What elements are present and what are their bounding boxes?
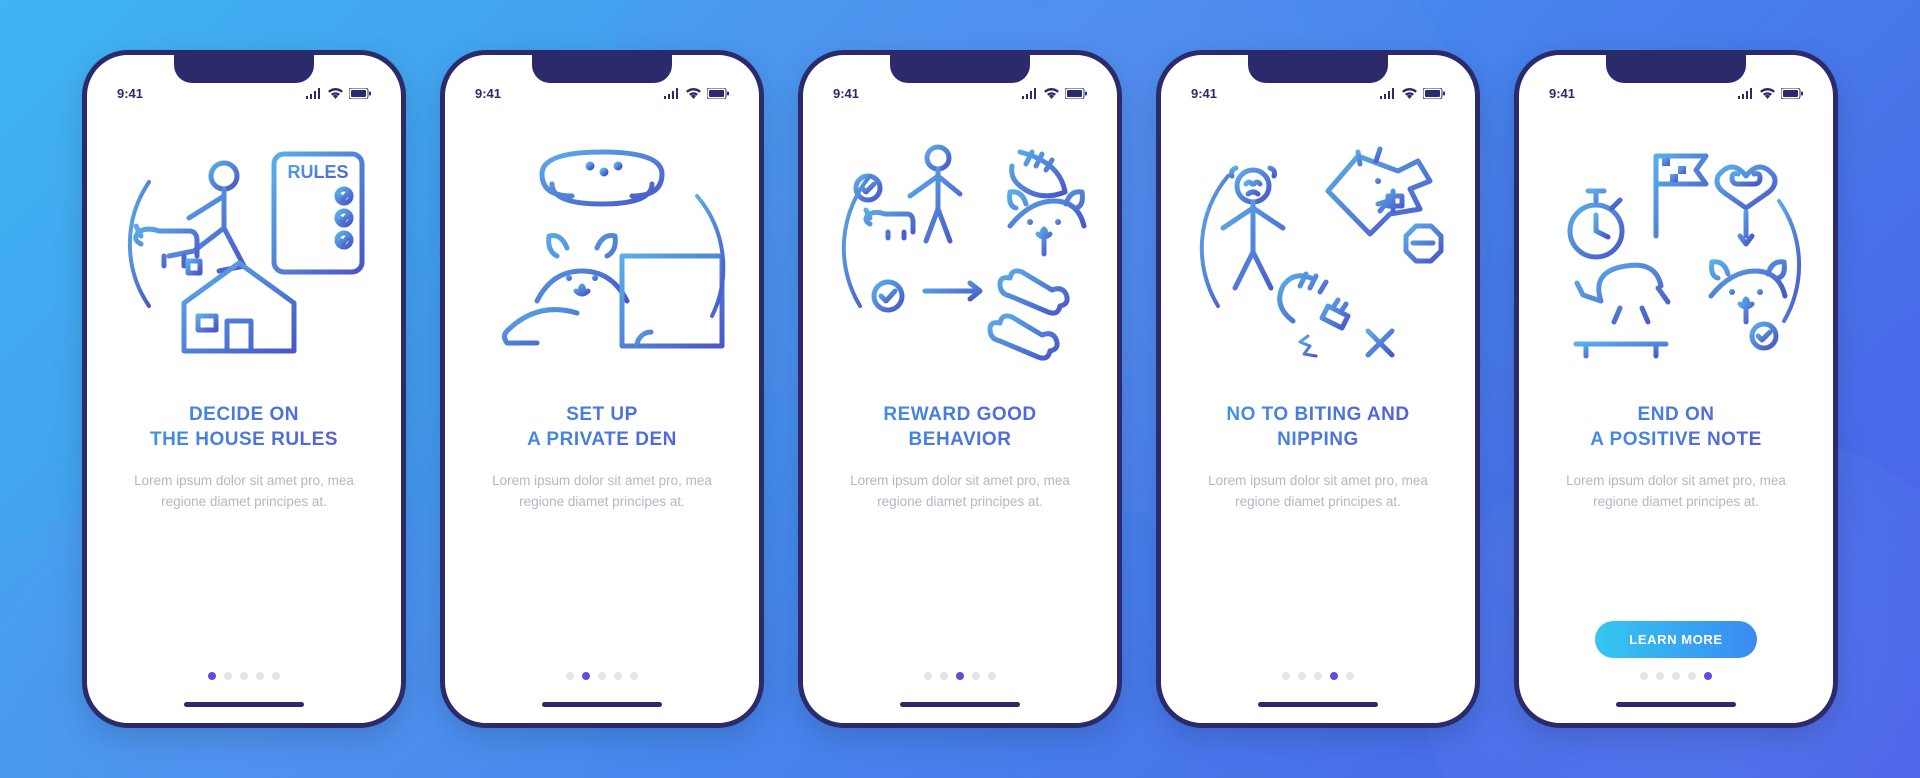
illustration-positive-note bbox=[1531, 131, 1821, 381]
wifi-icon bbox=[1760, 88, 1775, 99]
phone-notch bbox=[890, 55, 1030, 83]
dot[interactable] bbox=[598, 672, 606, 680]
status-time: 9:41 bbox=[1549, 86, 1575, 101]
illustration-reward bbox=[815, 131, 1105, 381]
phone-notch bbox=[532, 55, 672, 83]
dot[interactable] bbox=[208, 672, 216, 680]
dot[interactable] bbox=[1346, 672, 1354, 680]
wifi-icon bbox=[1044, 88, 1059, 99]
home-indicator[interactable] bbox=[184, 702, 304, 707]
status-icons bbox=[664, 88, 729, 99]
screen-body: Lorem ipsum dolor sit amet pro, mea regi… bbox=[815, 471, 1105, 513]
dot[interactable] bbox=[256, 672, 264, 680]
dot[interactable] bbox=[1672, 672, 1680, 680]
dot[interactable] bbox=[1314, 672, 1322, 680]
battery-icon bbox=[1065, 88, 1087, 99]
battery-icon bbox=[1781, 88, 1803, 99]
learn-more-button[interactable]: LEARN MORE bbox=[1595, 621, 1756, 658]
screen-body: Lorem ipsum dolor sit amet pro, mea regi… bbox=[99, 471, 389, 513]
screen-title: REWARD GOOD BEHAVIOR bbox=[815, 403, 1105, 453]
phone-frame-2: 9:41 bbox=[440, 50, 764, 728]
status-icons bbox=[1738, 88, 1803, 99]
signal-icon bbox=[1380, 88, 1396, 99]
illustration-private-den bbox=[457, 131, 747, 381]
screen-body: Lorem ipsum dolor sit amet pro, mea regi… bbox=[457, 471, 747, 513]
home-indicator[interactable] bbox=[542, 702, 662, 707]
illustration-house-rules: RULES bbox=[99, 131, 389, 381]
dot[interactable] bbox=[924, 672, 932, 680]
dot[interactable] bbox=[630, 672, 638, 680]
phone-notch bbox=[1248, 55, 1388, 83]
dot[interactable] bbox=[1282, 672, 1290, 680]
wifi-icon bbox=[328, 88, 343, 99]
status-time: 9:41 bbox=[117, 86, 143, 101]
dot[interactable] bbox=[240, 672, 248, 680]
dot[interactable] bbox=[956, 672, 964, 680]
home-indicator[interactable] bbox=[1258, 702, 1378, 707]
phone-notch bbox=[1606, 55, 1746, 83]
page-dots[interactable] bbox=[99, 672, 389, 680]
battery-icon bbox=[349, 88, 371, 99]
dot[interactable] bbox=[940, 672, 948, 680]
screen-title: NO TO BITING AND NIPPING bbox=[1173, 403, 1463, 453]
phone-notch bbox=[174, 55, 314, 83]
dot[interactable] bbox=[224, 672, 232, 680]
status-time: 9:41 bbox=[475, 86, 501, 101]
status-icons bbox=[1380, 88, 1445, 99]
screen-title: SET UP A PRIVATE DEN bbox=[457, 403, 747, 453]
dot[interactable] bbox=[272, 672, 280, 680]
page-dots[interactable] bbox=[815, 672, 1105, 680]
status-icons bbox=[306, 88, 371, 99]
phone-frame-1: 9:41 RULES bbox=[82, 50, 406, 728]
battery-icon bbox=[1423, 88, 1445, 99]
home-indicator[interactable] bbox=[900, 702, 1020, 707]
phone-row: 9:41 RULES bbox=[82, 50, 1838, 728]
battery-icon bbox=[707, 88, 729, 99]
screen-title: DECIDE ON THE HOUSE RULES bbox=[99, 403, 389, 453]
page-dots[interactable] bbox=[1531, 672, 1821, 680]
dot[interactable] bbox=[1704, 672, 1712, 680]
phone-frame-3: 9:41 bbox=[798, 50, 1122, 728]
dot[interactable] bbox=[582, 672, 590, 680]
dot[interactable] bbox=[614, 672, 622, 680]
status-time: 9:41 bbox=[833, 86, 859, 101]
dot[interactable] bbox=[1656, 672, 1664, 680]
dot[interactable] bbox=[566, 672, 574, 680]
status-icons bbox=[1022, 88, 1087, 99]
page-dots[interactable] bbox=[1173, 672, 1463, 680]
dot[interactable] bbox=[988, 672, 996, 680]
signal-icon bbox=[1022, 88, 1038, 99]
screen-body: Lorem ipsum dolor sit amet pro, mea regi… bbox=[1173, 471, 1463, 513]
dot[interactable] bbox=[1330, 672, 1338, 680]
wifi-icon bbox=[686, 88, 701, 99]
screen-body: Lorem ipsum dolor sit amet pro, mea regi… bbox=[1531, 471, 1821, 513]
wifi-icon bbox=[1402, 88, 1417, 99]
phone-frame-5: 9:41 bbox=[1514, 50, 1838, 728]
home-indicator[interactable] bbox=[1616, 702, 1736, 707]
phone-frame-4: 9:41 bbox=[1156, 50, 1480, 728]
screen-title: END ON A POSITIVE NOTE bbox=[1531, 403, 1821, 453]
illustration-no-biting bbox=[1173, 131, 1463, 381]
signal-icon bbox=[306, 88, 322, 99]
dot[interactable] bbox=[1688, 672, 1696, 680]
page-dots[interactable] bbox=[457, 672, 747, 680]
svg-text:RULES: RULES bbox=[287, 162, 348, 182]
signal-icon bbox=[664, 88, 680, 99]
dot[interactable] bbox=[1298, 672, 1306, 680]
dot[interactable] bbox=[972, 672, 980, 680]
status-time: 9:41 bbox=[1191, 86, 1217, 101]
dot[interactable] bbox=[1640, 672, 1648, 680]
signal-icon bbox=[1738, 88, 1754, 99]
